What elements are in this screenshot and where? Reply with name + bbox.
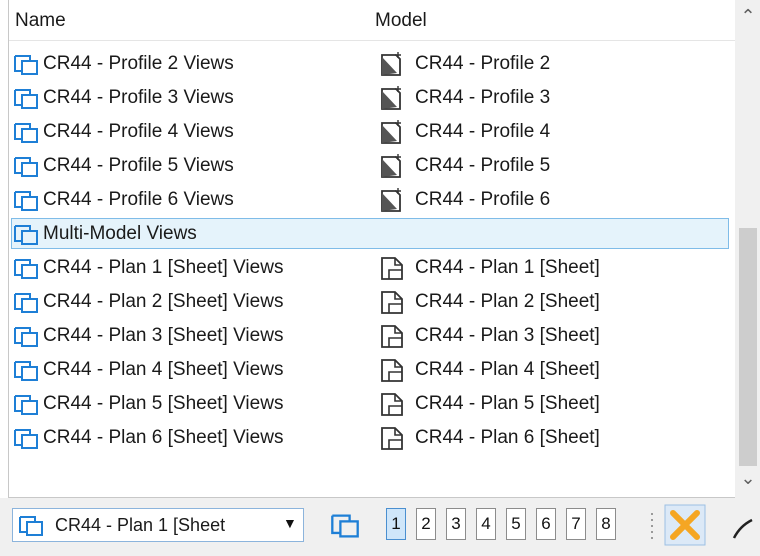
- view-group-icon: [19, 516, 43, 536]
- model-name: CR44 - Plan 6 [Sheet]: [415, 427, 600, 448]
- close-icon[interactable]: [664, 504, 706, 546]
- vertical-scrollbar[interactable]: ⌃ ⌄: [735, 0, 760, 498]
- profile-model-icon: [381, 86, 401, 110]
- model-name: CR44 - Profile 4: [415, 121, 551, 142]
- list-item[interactable]: CR44 - Plan 2 [Sheet] Views CR44 - Plan 2…: [9, 286, 735, 320]
- view-tab-4[interactable]: 4: [476, 508, 496, 540]
- view-groups-button[interactable]: [320, 506, 370, 544]
- view-group-name: CR44 - Plan 3 [Sheet] Views: [43, 325, 284, 346]
- list-item[interactable]: CR44 - Profile 2 Views CR44 - Profile 2: [9, 48, 735, 82]
- view-group-name: CR44 - Profile 2 Views: [43, 53, 234, 74]
- view-group-icon: [14, 293, 38, 313]
- sheet-model-icon: [381, 427, 403, 450]
- list-item[interactable]: CR44 - Plan 1 [Sheet] Views CR44 - Plan 1…: [9, 252, 735, 286]
- model-name: CR44 - Plan 3 [Sheet]: [415, 325, 600, 346]
- profile-model-icon: [381, 52, 401, 76]
- view-group-name: CR44 - Profile 5 Views: [43, 155, 234, 176]
- view-group-icon: [14, 191, 38, 211]
- view-group-name: Multi-Model Views: [43, 223, 197, 244]
- scroll-down-icon[interactable]: ⌄: [735, 468, 760, 496]
- model-name: CR44 - Profile 3: [415, 87, 551, 108]
- list-header: Name Model: [9, 0, 735, 41]
- view-group-icon: [14, 123, 38, 143]
- model-name: CR44 - Profile 5: [415, 155, 551, 176]
- dropdown-arrow-icon: ▼: [283, 515, 297, 531]
- profile-model-icon: [381, 154, 401, 178]
- scroll-thumb[interactable]: [739, 228, 757, 466]
- view-group-icon: [14, 157, 38, 177]
- view-group-name: CR44 - Plan 4 [Sheet] Views: [43, 359, 284, 380]
- list-item[interactable]: Multi-Model Views: [9, 218, 735, 252]
- view-group-icon: [14, 225, 38, 245]
- view-tab-1[interactable]: 1: [386, 508, 406, 540]
- view-group-icon: [331, 514, 359, 538]
- view-tab-6[interactable]: 6: [536, 508, 556, 540]
- list-item[interactable]: CR44 - Profile 4 Views CR44 - Profile 4: [9, 116, 735, 150]
- scroll-up-icon[interactable]: ⌃: [735, 6, 760, 34]
- model-name: CR44 - Profile 2: [415, 53, 551, 74]
- view-tab-8[interactable]: 8: [596, 508, 616, 540]
- view-toolbar: CR44 - Plan 1 [Sheet ▼ 12345678: [0, 498, 760, 556]
- view-group-select-value: CR44 - Plan 1 [Sheet: [55, 515, 226, 535]
- model-name: CR44 - Plan 5 [Sheet]: [415, 393, 600, 414]
- view-tab-2[interactable]: 2: [416, 508, 436, 540]
- view-group-name: CR44 - Profile 3 Views: [43, 87, 234, 108]
- view-group-icon: [14, 89, 38, 109]
- list-item[interactable]: CR44 - Plan 6 [Sheet] Views CR44 - Plan 6…: [9, 422, 735, 456]
- model-name: CR44 - Plan 1 [Sheet]: [415, 257, 600, 278]
- list-item[interactable]: CR44 - Plan 4 [Sheet] Views CR44 - Plan 4…: [9, 354, 735, 388]
- view-tab-7[interactable]: 7: [566, 508, 586, 540]
- view-group-name: CR44 - Plan 1 [Sheet] Views: [43, 257, 284, 278]
- model-name: CR44 - Plan 2 [Sheet]: [415, 291, 600, 312]
- view-group-name: CR44 - Profile 4 Views: [43, 121, 234, 142]
- view-group-name: CR44 - Plan 6 [Sheet] Views: [43, 427, 284, 448]
- view-group-name: CR44 - Plan 2 [Sheet] Views: [43, 291, 284, 312]
- view-group-icon: [14, 361, 38, 381]
- sheet-model-icon: [381, 359, 403, 382]
- view-group-icon: [14, 395, 38, 415]
- view-tab-5[interactable]: 5: [506, 508, 526, 540]
- model-name: CR44 - Plan 4 [Sheet]: [415, 359, 600, 380]
- sheet-model-icon: [381, 325, 403, 348]
- list-item[interactable]: CR44 - Plan 5 [Sheet] Views CR44 - Plan 5…: [9, 388, 735, 422]
- sheet-model-icon: [381, 291, 403, 314]
- list-item[interactable]: CR44 - Profile 3 Views CR44 - Profile 3: [9, 82, 735, 116]
- view-group-icon: [14, 327, 38, 347]
- view-group-icon: [14, 55, 38, 75]
- view-group-name: CR44 - Profile 6 Views: [43, 189, 234, 210]
- column-header-model[interactable]: Model: [375, 10, 427, 32]
- view-group-icon: [14, 259, 38, 279]
- view-group-icon: [14, 429, 38, 449]
- profile-model-icon: [381, 188, 401, 212]
- pen-icon[interactable]: [730, 512, 760, 542]
- model-name: CR44 - Profile 6: [415, 189, 551, 210]
- list-item[interactable]: CR44 - Profile 6 Views CR44 - Profile 6: [9, 184, 735, 218]
- list-item[interactable]: CR44 - Plan 3 [Sheet] Views CR44 - Plan 3…: [9, 320, 735, 354]
- view-group-name: CR44 - Plan 5 [Sheet] Views: [43, 393, 284, 414]
- profile-model-icon: [381, 120, 401, 144]
- toolbar-grip-icon[interactable]: [650, 512, 654, 540]
- view-tab-3[interactable]: 3: [446, 508, 466, 540]
- column-header-name[interactable]: Name: [15, 10, 66, 32]
- view-group-dropdown: Name Model CR44 - Profile 2 Views CR44 - …: [8, 0, 760, 498]
- sheet-model-icon: [381, 393, 403, 416]
- list-item[interactable]: CR44 - Profile 5 Views CR44 - Profile 5: [9, 150, 735, 184]
- view-group-select[interactable]: CR44 - Plan 1 [Sheet ▼: [12, 508, 304, 542]
- sheet-model-icon: [381, 257, 403, 280]
